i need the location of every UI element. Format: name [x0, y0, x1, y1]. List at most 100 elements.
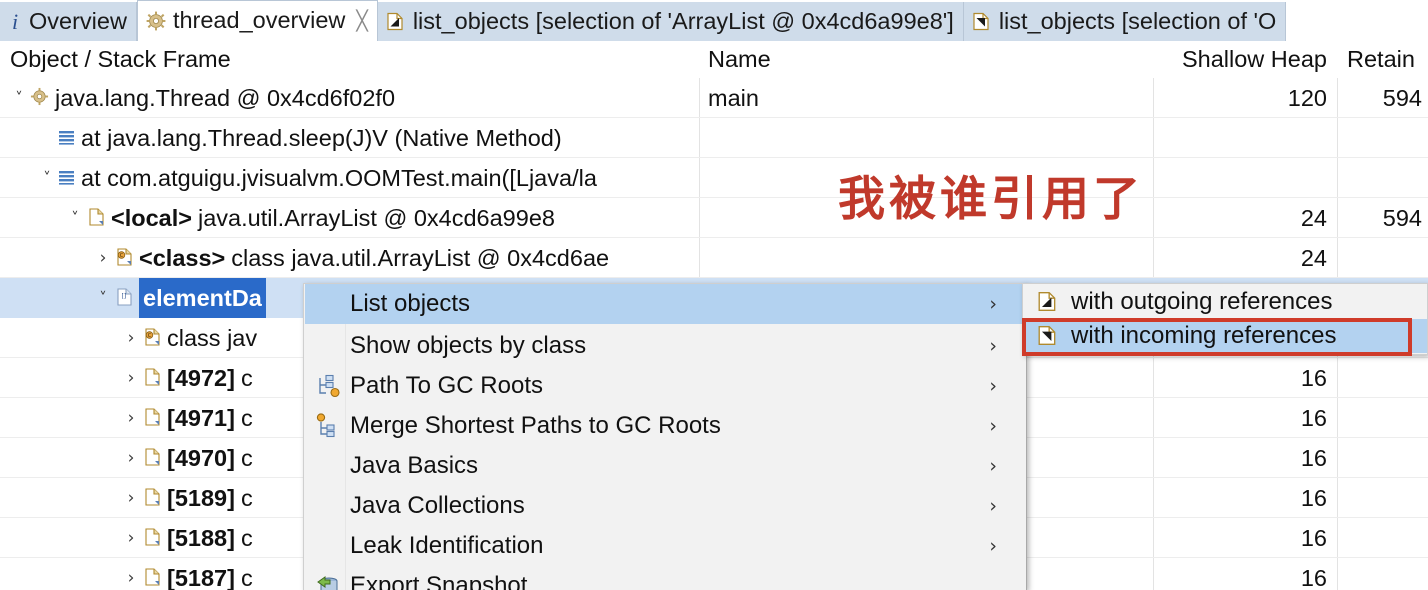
expand-twisty[interactable]: ˅	[64, 198, 86, 238]
row-object-prefix: [4971]	[167, 405, 235, 431]
tab-list-objects-incoming[interactable]: list_objects [selection of 'O	[963, 2, 1287, 41]
expand-twisty[interactable]: ›	[120, 358, 142, 398]
array-icon: []	[116, 278, 133, 318]
object-icon	[144, 478, 161, 518]
cell-object: [4970] c	[144, 438, 253, 478]
menu-item-path-to-gc-roots[interactable]: Path To GC Roots ›	[305, 366, 1025, 406]
stack-frame-icon	[58, 118, 75, 158]
expand-twisty[interactable]: ›	[92, 238, 114, 278]
cell-shallow-heap: 16	[1300, 565, 1327, 590]
menu-item-list-objects[interactable]: List objects ›	[305, 284, 1025, 324]
object-icon	[144, 358, 161, 398]
expand-twisty[interactable]: ›	[120, 318, 142, 358]
svg-text:C: C	[120, 253, 124, 259]
tab-thread-overview[interactable]: thread_overview ╳	[136, 0, 378, 41]
annotation-text: 我被谁引用了	[838, 172, 1144, 227]
menu-item-label: Merge Shortest Paths to GC Roots	[350, 412, 721, 439]
submenu-item-with-outgoing-references[interactable]: with outgoing references	[1023, 285, 1427, 319]
column-header-object[interactable]: Object / Stack Frame	[10, 41, 231, 78]
table-row[interactable]: at java.lang.Thread.sleep(J)V (Native Me…	[0, 118, 1428, 158]
cell-retained-heap: 594	[1382, 85, 1422, 111]
expand-twisty[interactable]: ›	[120, 438, 142, 478]
submenu-item-label: with outgoing references	[1071, 288, 1333, 315]
expand-twisty[interactable]: ˅	[92, 278, 114, 318]
cell-object: <local> java.util.ArrayList @ 0x4cd6a99e…	[88, 198, 555, 238]
menu-item-merge-shortest-paths-to-gc-roots[interactable]: Merge Shortest Paths to GC Roots ›	[305, 406, 1025, 446]
chevron-right-icon: ›	[989, 415, 997, 437]
cell-object: [5188] c	[144, 518, 253, 558]
menu-item-label: Export Snapshot	[350, 572, 528, 590]
cell-object: [5187] c	[144, 558, 253, 590]
column-header-retained-heap[interactable]: Retain	[1347, 41, 1415, 78]
cell-retained-heap: 594	[1382, 205, 1422, 231]
table-row[interactable]: ˅ <local> java.util.ArrayList @ 0x4cd6a9…	[0, 198, 1428, 238]
tab-label: Overview	[29, 7, 127, 34]
menu-item-label: Java Collections	[350, 492, 525, 519]
column-header-name[interactable]: Name	[708, 41, 771, 78]
row-object-text: class jav	[167, 325, 258, 351]
cell-object: [4972] c	[144, 358, 253, 398]
column-header-shallow-heap[interactable]: Shallow Heap	[1163, 41, 1327, 78]
close-icon[interactable]: ╳	[356, 11, 367, 31]
row-object-prefix: [5188]	[167, 525, 235, 551]
table-row[interactable]: ˅ at com.atguigu.jvisualvm.OOMTest.main(…	[0, 158, 1428, 198]
menu-item-label: Show objects by class	[350, 332, 587, 359]
row-object-text: c	[240, 485, 253, 511]
row-object-text: class java.util.ArrayList @ 0x4cd6ae	[231, 245, 610, 271]
tab-list-objects-outgoing[interactable]: list_objects [selection of 'ArrayList @ …	[377, 2, 964, 41]
row-object-prefix: [4972]	[167, 365, 235, 391]
gear-icon	[146, 11, 166, 31]
expand-twisty[interactable]: ›	[120, 398, 142, 438]
cell-object: at java.lang.Thread.sleep(J)V (Native Me…	[58, 118, 562, 158]
row-object-text: java.util.ArrayList @ 0x4cd6a99e8	[198, 205, 555, 231]
row-object-text: at java.lang.Thread.sleep(J)V (Native Me…	[81, 125, 562, 151]
expand-twisty[interactable]: ›	[120, 558, 142, 590]
menu-item-java-basics[interactable]: Java Basics ›	[305, 446, 1025, 486]
menu-item-export-snapshot[interactable]: Export Snapshot	[305, 566, 1025, 590]
cell-object: at com.atguigu.jvisualvm.OOMTest.main([L…	[58, 158, 597, 198]
table-row[interactable]: › C <class> class java.util.ArrayList @ …	[0, 238, 1428, 278]
chevron-right-icon: ›	[989, 495, 997, 517]
menu-item-java-collections[interactable]: Java Collections ›	[305, 486, 1025, 526]
expand-twisty[interactable]: ›	[120, 518, 142, 558]
menu-item-label: Java Basics	[350, 452, 479, 479]
class-icon: C	[116, 238, 133, 278]
expand-twisty[interactable]: ˅	[8, 78, 30, 118]
cell-object: [] elementDa	[116, 278, 266, 318]
table-row[interactable]: ˅ java.lang.Thread @ 0x4cd6f02f0 main 12…	[0, 78, 1428, 118]
menu-item-show-objects-by-class[interactable]: Show objects by class ›	[305, 326, 1025, 366]
menu-item-label: List objects	[350, 290, 471, 317]
cell-shallow-heap: 120	[1287, 85, 1327, 111]
tab-label: thread_overview	[172, 7, 346, 34]
cell-name: main	[708, 85, 759, 111]
tab-label: list_objects [selection of 'ArrayList @ …	[412, 7, 954, 34]
table-header: Object / Stack Frame Name Shallow Heap R…	[0, 41, 1428, 78]
cell-shallow-heap: 16	[1300, 445, 1327, 471]
tab-overview[interactable]: i Overview	[0, 2, 137, 41]
memory-analyzer-window: i Overview thread_overview ╳ list_object…	[0, 0, 1428, 590]
menu-item-leak-identification[interactable]: Leak Identification ›	[305, 526, 1025, 566]
row-object-text: c	[240, 405, 253, 431]
object-icon	[88, 198, 105, 238]
row-object-text: java.lang.Thread @ 0x4cd6f02f0	[55, 85, 396, 111]
submenu-list-objects: with outgoing references with incoming r…	[1022, 283, 1428, 355]
cell-object: C <class> class java.util.ArrayList @ 0x…	[116, 238, 609, 278]
expand-twisty[interactable]: ˅	[36, 158, 58, 198]
object-icon	[144, 518, 161, 558]
cell-object: [4971] c	[144, 398, 253, 438]
tab-label: list_objects [selection of 'O	[998, 7, 1277, 34]
export-icon	[315, 573, 341, 590]
submenu-item-with-incoming-references[interactable]: with incoming references	[1023, 319, 1427, 353]
cell-shallow-heap: 16	[1300, 405, 1327, 431]
expand-twisty[interactable]: ›	[120, 478, 142, 518]
chevron-right-icon: ›	[989, 535, 997, 557]
object-icon	[144, 558, 161, 590]
cell-object: java.lang.Thread @ 0x4cd6f02f0	[30, 78, 395, 118]
row-object-prefix: [5187]	[167, 565, 235, 590]
cell-shallow-heap: 16	[1300, 365, 1327, 391]
outgoing-refs-icon	[386, 12, 406, 32]
cell-object: [5189] c	[144, 478, 253, 518]
chevron-right-icon: ›	[989, 455, 997, 477]
chevron-right-icon: ›	[989, 293, 997, 315]
row-object-text: at com.atguigu.jvisualvm.OOMTest.main([L…	[81, 165, 597, 191]
